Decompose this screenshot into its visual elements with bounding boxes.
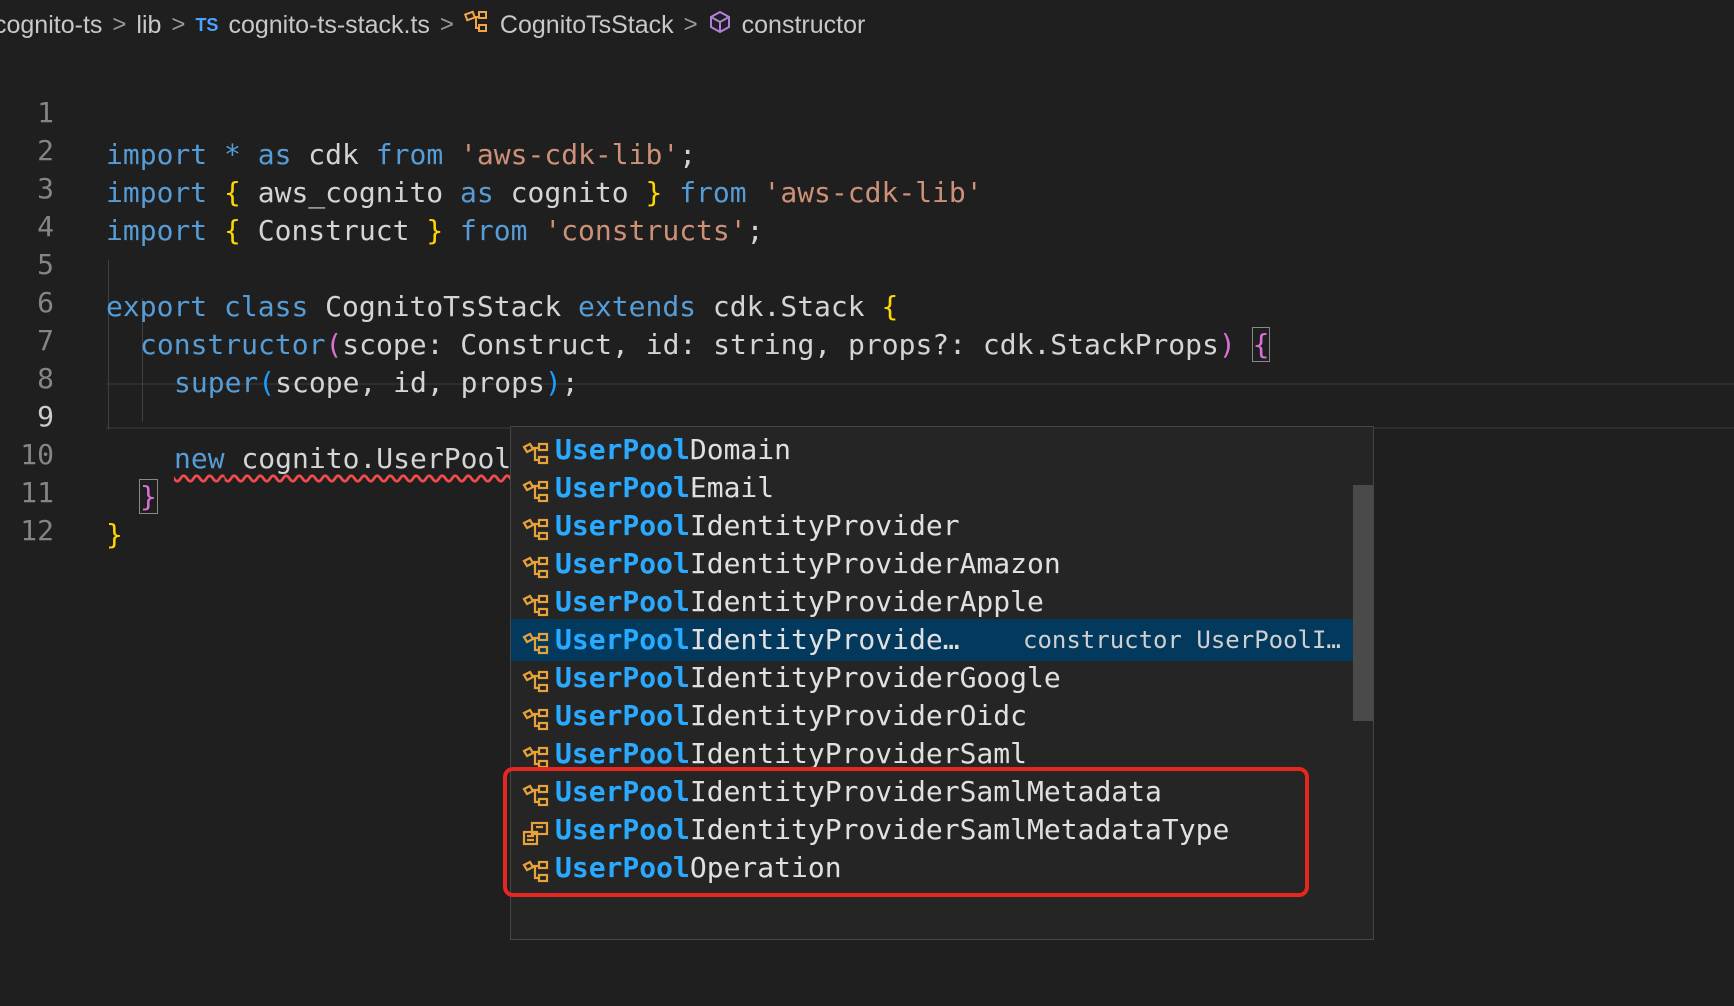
class-icon — [521, 703, 551, 731]
class-symbol-icon — [463, 10, 490, 41]
class-icon — [521, 855, 551, 883]
suggest-item-label: UserPoolIdentityProviderSamlMetadataType — [555, 809, 1229, 851]
class-icon — [521, 741, 551, 769]
suggest-item[interactable]: UserPoolIdentityProviderGoogle — [511, 657, 1353, 699]
class-icon — [521, 475, 551, 503]
suggest-item[interactable]: UserPoolIdentityProviderSamlMetadata — [511, 771, 1353, 813]
class-icon — [521, 627, 551, 655]
class-icon — [521, 665, 551, 693]
suggest-item[interactable]: UserPoolOperation — [511, 847, 1353, 889]
code-line: 3 import { Construct } from 'constructs'… — [0, 126, 1734, 247]
code-line: 2 import { aws_cognito as cognito } from… — [0, 88, 1734, 209]
breadcrumb-separator: > — [112, 11, 127, 38]
suggest-item-label: UserPoolOperation — [555, 847, 842, 889]
suggest-match-text: UserPool — [555, 585, 690, 618]
breadcrumb-folder[interactable]: cognito-ts — [0, 11, 102, 40]
suggest-match-text: UserPool — [555, 851, 690, 884]
suggest-item[interactable]: UserPoolIdentityProvide… constructor User… — [511, 619, 1353, 661]
suggest-item-label: UserPoolDomain — [555, 429, 791, 471]
suggest-match-text: UserPool — [555, 737, 690, 770]
bracket: } — [106, 518, 123, 551]
suggest-rest-text: IdentityProvide… — [689, 623, 960, 656]
suggest-item[interactable]: UserPoolIdentityProviderSamlMetadataType — [511, 809, 1353, 851]
suggest-item-detail: constructor UserPoolI… — [1023, 626, 1341, 654]
suggest-item-label: UserPoolIdentityProviderAmazon — [555, 543, 1061, 585]
code-line: 6 constructor(scope: Construct, id: stri… — [0, 240, 1734, 362]
suggest-item[interactable]: UserPoolDomain — [511, 429, 1353, 471]
code-line: 4 — [0, 164, 1734, 243]
suggest-match-text: UserPool — [555, 509, 690, 542]
suggest-match-text: UserPool — [555, 471, 690, 504]
suggest-match-text: UserPool — [555, 699, 690, 732]
class-icon — [521, 437, 551, 465]
suggest-rest-text: Operation — [689, 851, 842, 884]
class-icon — [521, 779, 551, 807]
code-line: 1 import * as cdk from 'aws-cdk-lib'; — [0, 50, 1734, 171]
suggest-scrollbar[interactable] — [1353, 485, 1373, 721]
class-icon — [521, 589, 551, 617]
suggest-item[interactable]: UserPoolIdentityProviderAmazon — [511, 543, 1353, 585]
suggest-rest-text: IdentityProviderSaml — [689, 737, 1028, 770]
breadcrumb-member[interactable]: constructor — [742, 11, 866, 40]
suggest-rest-text: IdentityProviderAmazon — [689, 547, 1061, 580]
suggest-match-text: UserPool — [555, 433, 690, 466]
suggest-rest-text: Domain — [689, 433, 792, 466]
suggest-match-text: UserPool — [555, 813, 690, 846]
suggest-rest-text: IdentityProvider — [689, 509, 960, 542]
suggest-item-label: UserPoolIdentityProviderGoogle — [555, 657, 1061, 699]
enum-icon — [521, 817, 551, 846]
suggest-rest-text: IdentityProviderOidc — [689, 699, 1028, 732]
suggest-match-text: UserPool — [555, 547, 690, 580]
breadcrumb-separator: > — [683, 11, 698, 38]
breadcrumb-separator: > — [439, 11, 454, 38]
suggest-item[interactable]: UserPoolIdentityProvider — [511, 505, 1353, 547]
autocomplete-suggest-widget[interactable]: UserPoolDomain UserPoolEmail UserPoolIdent… — [510, 426, 1374, 940]
suggest-item-label: UserPoolIdentityProviderSaml — [555, 733, 1027, 775]
breadcrumb-file[interactable]: cognito-ts-stack.ts — [228, 11, 429, 40]
suggest-item[interactable]: UserPoolIdentityProviderApple — [511, 581, 1353, 623]
suggest-rest-text: IdentityProviderSamlMetadata — [689, 775, 1162, 808]
class-icon — [521, 551, 551, 579]
breadcrumb-separator: > — [171, 11, 186, 38]
suggest-match-text: UserPool — [555, 775, 690, 808]
code-line: 5 export class CognitoTsStack extends cd… — [0, 202, 1734, 323]
code-line: 8 — [0, 316, 1734, 395]
suggest-item[interactable]: UserPoolIdentityProviderOidc — [511, 695, 1353, 737]
code-line-active: 9 new cognito.UserPool — [0, 354, 1734, 475]
suggest-item[interactable]: UserPoolIdentityProviderSaml — [511, 733, 1353, 775]
suggest-item-label: UserPoolEmail — [555, 467, 774, 509]
breadcrumb: cognito-ts > lib > TS cognito-ts-stack.t… — [0, 0, 1734, 50]
suggest-item-label: UserPoolIdentityProviderOidc — [555, 695, 1027, 737]
suggest-rest-text: Email — [689, 471, 775, 504]
suggest-item[interactable]: UserPoolEmail — [511, 467, 1353, 509]
suggest-item-label: UserPoolIdentityProvide… — [555, 619, 960, 661]
line-number: 12 — [20, 514, 54, 547]
suggest-rest-text: IdentityProviderGoogle — [689, 661, 1061, 694]
suggest-item-label: UserPoolIdentityProvider — [555, 505, 960, 547]
typescript-file-icon: TS — [195, 14, 219, 35]
code-line: 7 super(scope, id, props); — [0, 278, 1734, 399]
suggest-item-label: UserPoolIdentityProviderSamlMetadata — [555, 771, 1162, 813]
breadcrumb-subfolder[interactable]: lib — [136, 11, 161, 40]
suggest-match-text: UserPool — [555, 623, 690, 656]
class-icon — [521, 513, 551, 541]
suggest-rest-text: IdentityProviderSamlMetadataType — [689, 813, 1230, 846]
breadcrumb-class[interactable]: CognitoTsStack — [500, 11, 674, 40]
suggest-rest-text: IdentityProviderApple — [689, 585, 1044, 618]
suggest-item-label: UserPoolIdentityProviderApple — [555, 581, 1044, 623]
method-cube-icon — [708, 10, 732, 41]
suggest-match-text: UserPool — [555, 661, 690, 694]
